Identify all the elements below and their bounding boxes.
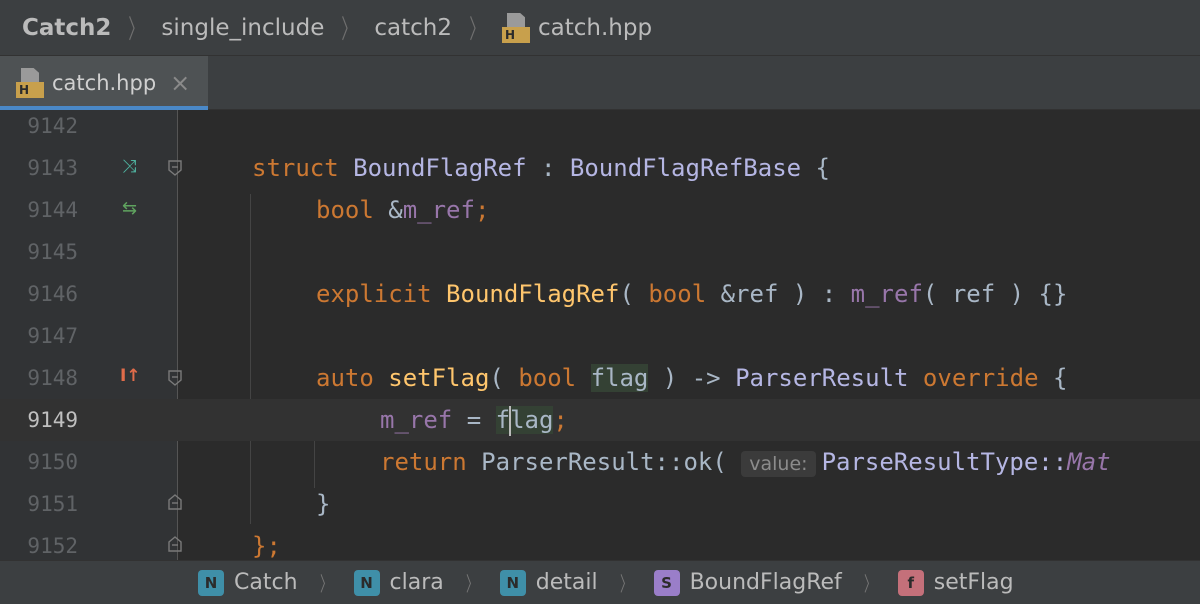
line-number: 9146 xyxy=(27,282,78,306)
tab-catch-hpp[interactable]: H catch.hpp × xyxy=(0,56,208,110)
breadcrumb-separator: 〉 xyxy=(465,572,478,596)
implemented-icon[interactable]: ⤨ xyxy=(122,156,136,177)
breadcrumb-folder-catch2[interactable]: catch2 xyxy=(374,15,452,41)
tab-label: catch.hpp xyxy=(52,71,157,95)
code-line[interactable]: 9146 explicit BoundFlagRef( bool &ref ) … xyxy=(0,273,1200,315)
breadcrumb-label: Catch xyxy=(234,570,298,595)
breadcrumb-separator: 〉 xyxy=(863,572,876,596)
line-number: 9149 xyxy=(27,408,78,432)
breadcrumb-separator: 〉 xyxy=(319,572,332,596)
code-text: m_ref = flag; xyxy=(380,406,568,436)
code-editor[interactable]: 9142 9143 struct BoundFlagRef : BoundFla… xyxy=(0,110,1200,560)
line-number: 9150 xyxy=(27,450,78,474)
code-text: bool &m_ref; xyxy=(316,196,490,224)
breadcrumb-label: detail xyxy=(535,570,598,595)
namespace-icon: N xyxy=(353,569,380,596)
fold-collapse-icon[interactable] xyxy=(167,160,183,176)
breadcrumb-file-label: catch.hpp xyxy=(538,14,653,41)
breadcrumb-namespace-detail[interactable]: N detail xyxy=(499,569,598,596)
fold-collapse-icon[interactable] xyxy=(167,370,183,386)
line-number: 9147 xyxy=(27,324,78,348)
breadcrumb-namespace-clara[interactable]: N clara xyxy=(353,569,444,596)
code-text: explicit BoundFlagRef( bool &ref ) : m_r… xyxy=(316,280,1068,308)
code-line-current[interactable]: 9149 m_ref = flag; xyxy=(0,399,1200,441)
code-line[interactable]: 9150 return ParserResult::ok( value: Pars… xyxy=(0,441,1200,483)
breadcrumb-namespace-catch[interactable]: N Catch xyxy=(198,569,298,596)
breadcrumb-function-setflag[interactable]: f setFlag xyxy=(897,569,1014,596)
parameter-hint: value: xyxy=(741,451,816,477)
breadcrumb-label: clara xyxy=(389,570,444,595)
code-text: auto setFlag( bool flag ) -> ParserResul… xyxy=(316,364,1068,392)
overrides-swap-icon[interactable]: ⇆ xyxy=(122,198,137,219)
code-line[interactable]: 9144 bool &m_ref; xyxy=(0,189,1200,231)
line-number: 9152 xyxy=(27,534,78,558)
namespace-icon: N xyxy=(198,569,224,596)
structure-breadcrumb: N Catch 〉 N clara 〉 N detail 〉 S BoundFl… xyxy=(0,560,1200,604)
code-line[interactable]: 9142 xyxy=(0,110,1200,147)
function-icon: f xyxy=(897,569,924,596)
breadcrumb-folder-single-include[interactable]: single_include xyxy=(161,15,324,41)
breadcrumb-label: setFlag xyxy=(933,570,1014,595)
breadcrumb-separator: 〉 xyxy=(341,15,358,45)
code-text: } xyxy=(316,490,331,518)
highlighted-identifier: flag xyxy=(590,364,649,392)
breadcrumb-struct-boundflagref[interactable]: S BoundFlagRef xyxy=(653,569,842,596)
navigation-bar: Catch2 〉 single_include 〉 catch2 〉 H cat… xyxy=(0,0,1200,56)
breadcrumb-separator: 〉 xyxy=(128,15,145,45)
line-number: 9143 xyxy=(27,156,78,180)
breadcrumb-separator: 〉 xyxy=(619,572,632,596)
implements-up-icon[interactable]: I↑ xyxy=(120,366,141,386)
fold-end-icon[interactable] xyxy=(167,536,183,552)
close-icon[interactable]: × xyxy=(170,69,190,97)
line-number: 9148 xyxy=(27,366,78,390)
code-text: }; xyxy=(252,532,281,560)
breadcrumb-separator: 〉 xyxy=(469,15,485,45)
header-file-icon: H xyxy=(16,68,44,98)
breadcrumb-project[interactable]: Catch2 xyxy=(22,15,111,41)
editor-tab-bar: H catch.hpp × xyxy=(0,56,1200,110)
code-line[interactable]: 9145 xyxy=(0,231,1200,273)
struct-icon: S xyxy=(653,569,680,596)
line-number: 9142 xyxy=(27,114,78,138)
breadcrumb-label: BoundFlagRef xyxy=(689,570,842,595)
line-number: 9145 xyxy=(27,240,78,264)
code-text: struct BoundFlagRef : BoundFlagRefBase { xyxy=(252,154,830,182)
code-line[interactable]: 9147 xyxy=(0,315,1200,357)
breadcrumb-file[interactable]: H catch.hpp xyxy=(502,12,653,43)
header-file-icon: H xyxy=(502,12,530,43)
code-text: return ParserResult::ok( value: ParseResu… xyxy=(380,448,1111,477)
fold-end-icon[interactable] xyxy=(167,494,183,510)
line-number: 9151 xyxy=(27,492,78,516)
line-number: 9144 xyxy=(27,198,78,222)
namespace-icon: N xyxy=(499,569,526,596)
